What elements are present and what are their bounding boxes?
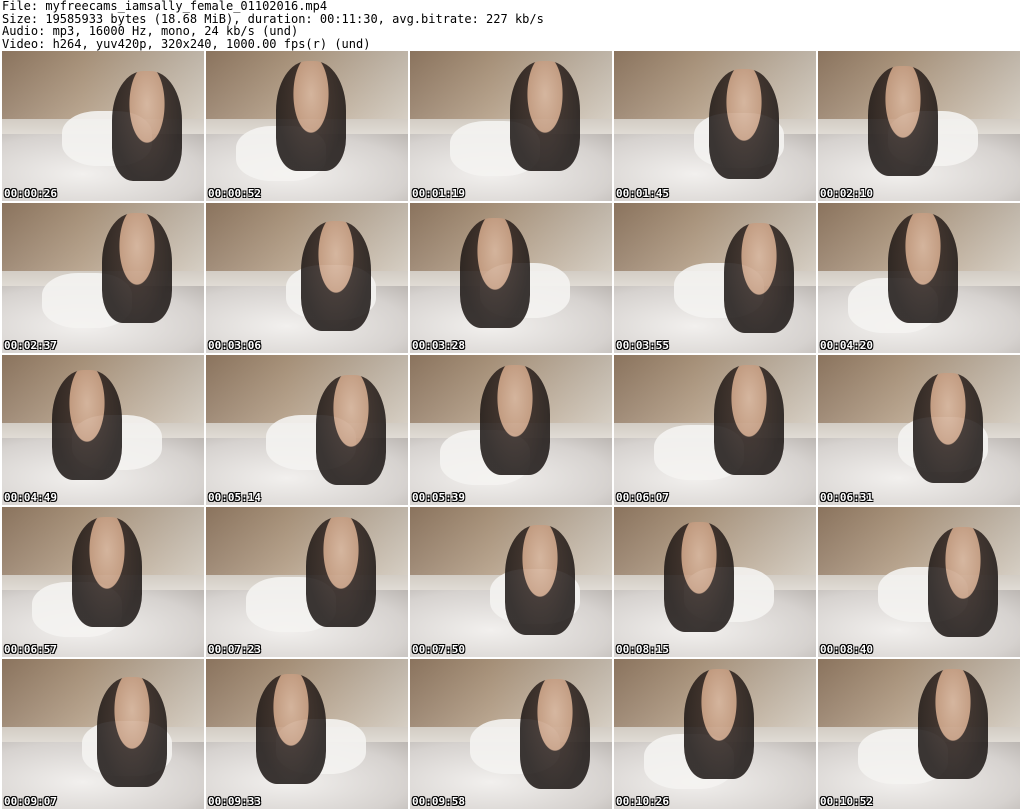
video-thumbnail: 00:06:07 [614,355,816,505]
thumbnail-timestamp: 00:09:07 [4,795,57,808]
video-thumbnail: 00:10:26 [614,659,816,809]
thumbnail-timestamp: 00:03:28 [412,339,465,352]
thumbnail-figure [97,677,167,787]
video-info-line: Video: h264, yuv420p, 320x240, 1000.00 f… [2,36,371,51]
thumbnail-figure [505,525,575,635]
thumbnail-timestamp: 00:08:40 [820,643,873,656]
thumbnail-figure [868,66,938,176]
thumbnail-timestamp: 00:00:26 [4,187,57,200]
thumbnail-figure [714,365,784,475]
video-thumbnail: 00:08:15 [614,507,816,657]
file-name-line: File: myfreecams_iamsally_female_0110201… [2,0,328,13]
thumbnail-figure [918,669,988,779]
video-thumbnail: 00:07:50 [410,507,612,657]
thumbnail-timestamp: 00:00:52 [208,187,261,200]
video-thumbnail: 00:00:26 [2,51,204,201]
thumbnail-timestamp: 00:01:45 [616,187,669,200]
thumbnail-figure [913,373,983,483]
thumbnail-timestamp: 00:09:33 [208,795,261,808]
thumbnail-figure [724,223,794,333]
audio-info-line: Audio: mp3, 16000 Hz, mono, 24 kb/s (und… [2,24,299,38]
video-thumbnail: 00:09:07 [2,659,204,809]
thumbnail-timestamp: 00:06:31 [820,491,873,504]
thumbnail-figure [316,375,386,485]
thumbnail-figure [664,522,734,632]
thumbnail-timestamp: 00:09:58 [412,795,465,808]
video-thumbnail: 00:09:33 [206,659,408,809]
thumbnail-figure [888,213,958,323]
thumbnail-figure [684,669,754,779]
video-thumbnail: 00:06:57 [2,507,204,657]
video-thumbnail: 00:03:06 [206,203,408,353]
video-thumbnail: 00:03:55 [614,203,816,353]
thumbnail-figure [510,61,580,171]
thumbnail-figure [460,218,530,328]
thumbnail-figure [256,674,326,784]
thumbnail-timestamp: 00:02:10 [820,187,873,200]
video-thumbnail: 00:05:39 [410,355,612,505]
file-info-header: File: myfreecams_iamsally_female_0110201… [2,0,544,50]
thumbnail-timestamp: 00:04:49 [4,491,57,504]
video-thumbnail: 00:02:37 [2,203,204,353]
video-thumbnail: 00:04:49 [2,355,204,505]
video-thumbnail: 00:08:40 [818,507,1020,657]
video-thumbnail: 00:09:58 [410,659,612,809]
video-thumbnail: 00:01:19 [410,51,612,201]
video-thumbnail: 00:05:14 [206,355,408,505]
video-thumbnail: 00:07:23 [206,507,408,657]
thumbnail-timestamp: 00:01:19 [412,187,465,200]
thumbnail-figure [306,517,376,627]
thumbnail-figure [301,221,371,331]
thumbnail-figure [52,370,122,480]
thumbnail-timestamp: 00:07:50 [412,643,465,656]
thumbnail-timestamp: 00:05:39 [412,491,465,504]
thumbnail-timestamp: 00:02:37 [4,339,57,352]
thumbnail-figure [72,517,142,627]
thumbnail-figure [112,71,182,181]
thumbnail-timestamp: 00:03:55 [616,339,669,352]
thumbnail-timestamp: 00:06:57 [4,643,57,656]
video-thumbnail: 00:04:20 [818,203,1020,353]
thumbnail-timestamp: 00:06:07 [616,491,669,504]
video-thumbnail: 00:03:28 [410,203,612,353]
video-thumbnail: 00:10:52 [818,659,1020,809]
thumbnail-grid: 00:00:26 00:00:52 00:01:19 00:01:45 00:02:10… [2,51,1022,809]
thumbnail-figure [709,69,779,179]
thumbnail-figure [276,61,346,171]
thumbnail-timestamp: 00:05:14 [208,491,261,504]
thumbnail-timestamp: 00:10:26 [616,795,669,808]
thumbnail-timestamp: 00:08:15 [616,643,669,656]
thumbnail-timestamp: 00:03:06 [208,339,261,352]
video-thumbnail: 00:06:31 [818,355,1020,505]
thumbnail-timestamp: 00:04:20 [820,339,873,352]
video-thumbnail: 00:01:45 [614,51,816,201]
thumbnail-figure [480,365,550,475]
thumbnail-figure [520,679,590,789]
video-thumbnail: 00:02:10 [818,51,1020,201]
thumbnail-timestamp: 00:07:23 [208,643,261,656]
thumbnail-figure [928,527,998,637]
thumbnail-timestamp: 00:10:52 [820,795,873,808]
video-thumbnail: 00:00:52 [206,51,408,201]
thumbnail-figure [102,213,172,323]
